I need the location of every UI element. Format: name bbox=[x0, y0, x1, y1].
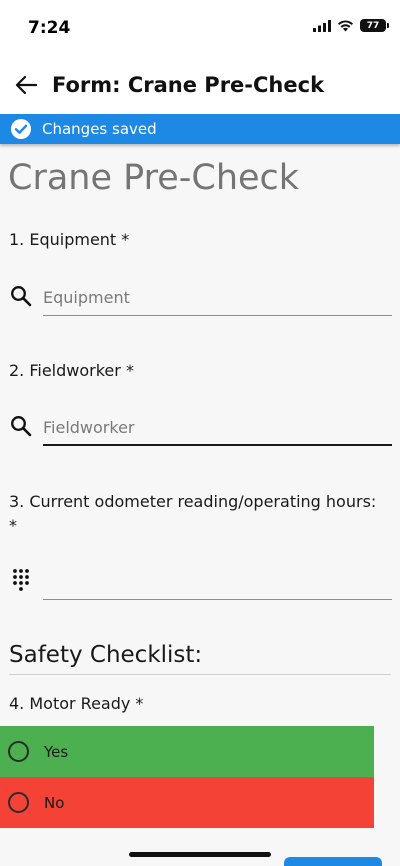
question-label-odometer: 3. Current odometer reading/operating ho… bbox=[9, 492, 377, 511]
radio-button-no[interactable] bbox=[8, 792, 29, 813]
fieldworker-input[interactable] bbox=[43, 406, 392, 446]
question-label-equipment: 1. Equipment * bbox=[9, 230, 130, 249]
search-icon bbox=[11, 416, 32, 437]
bottom-action-button[interactable] bbox=[284, 857, 382, 866]
back-button[interactable] bbox=[0, 56, 52, 114]
option-label-no: No bbox=[44, 793, 65, 812]
section-title-safety-checklist: Safety Checklist: bbox=[9, 642, 203, 668]
section-divider bbox=[9, 674, 391, 675]
equipment-input[interactable] bbox=[43, 276, 392, 316]
odometer-field-row bbox=[9, 560, 392, 600]
radio-button-yes[interactable] bbox=[8, 741, 29, 762]
odometer-input[interactable] bbox=[43, 560, 392, 600]
equipment-field-row bbox=[9, 276, 392, 316]
form-title: Crane Pre-Check bbox=[8, 158, 300, 198]
status-time: 7:24 bbox=[28, 18, 71, 38]
question-label-fieldworker: 2. Fieldworker * bbox=[9, 361, 134, 380]
option-label-yes: Yes bbox=[44, 742, 69, 761]
search-icon bbox=[11, 286, 32, 307]
header-title: Form: Crane Pre-Check bbox=[52, 73, 325, 97]
banner-text: Changes saved bbox=[42, 120, 157, 138]
status-icons: 77 bbox=[313, 19, 389, 32]
option-yes[interactable]: Yes bbox=[0, 726, 374, 777]
cellular-signal-icon bbox=[313, 19, 331, 32]
dialpad-icon bbox=[13, 569, 29, 591]
question-label-motor-ready: 4. Motor Ready * bbox=[9, 694, 144, 713]
battery-icon: 77 bbox=[360, 19, 389, 32]
app-header: Form: Crane Pre-Check bbox=[0, 56, 400, 114]
option-no[interactable]: No bbox=[0, 777, 374, 828]
wifi-icon bbox=[338, 20, 353, 32]
arrow-left-icon bbox=[15, 75, 37, 95]
question-label-odometer-required: * bbox=[9, 516, 17, 535]
changes-saved-banner: Changes saved bbox=[0, 114, 400, 144]
status-bar: 7:24 77 bbox=[0, 0, 400, 56]
check-circle-icon bbox=[11, 119, 31, 139]
home-indicator bbox=[129, 852, 271, 857]
fieldworker-field-row bbox=[9, 406, 392, 446]
